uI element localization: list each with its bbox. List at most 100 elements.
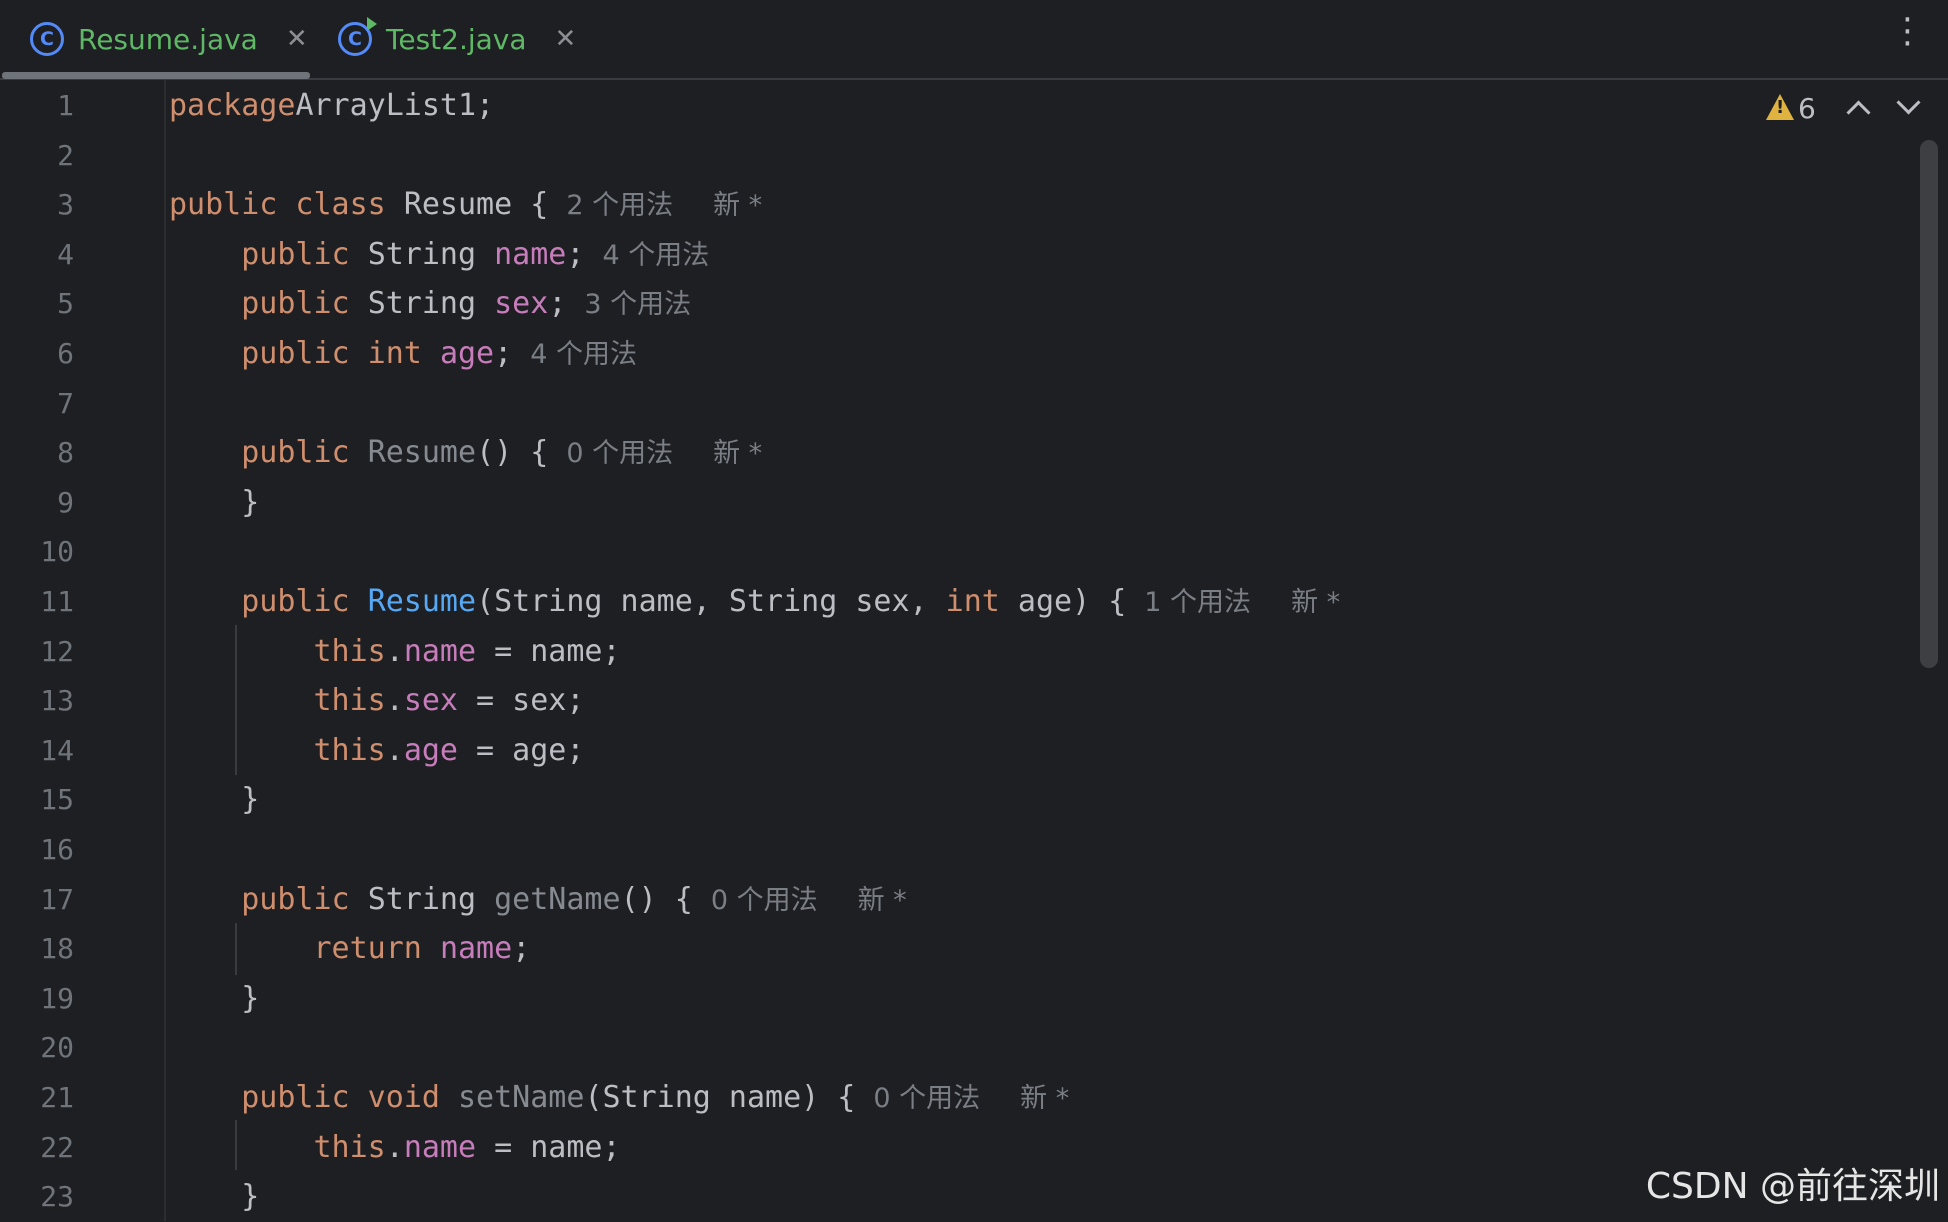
code-text: public String name; 4 个用法: [169, 230, 709, 281]
code-token: }: [169, 980, 260, 1016]
code-text: this.age = age;: [169, 726, 585, 776]
code-text: return name;: [169, 924, 531, 974]
code-text: public void setName(String name) {0 个用法 新…: [169, 1073, 1069, 1124]
editor-tab-bar: C Resume.java ✕ C Test2.java ✕ · · ·: [0, 0, 1948, 80]
code-line[interactable]: 20: [0, 1023, 1900, 1073]
code-text: }: [169, 1172, 259, 1222]
next-problem-icon[interactable]: [1896, 90, 1921, 115]
new-author-hint[interactable]: 新 *: [713, 190, 762, 221]
keyword-token: public: [241, 881, 368, 917]
vertical-scrollbar[interactable]: [1920, 140, 1938, 668]
code-token: ;: [494, 336, 513, 371]
code-token: ;: [548, 286, 567, 322]
usages-hint[interactable]: 4 个用法: [530, 339, 637, 370]
code-line[interactable]: 5 public String sex; 3 个用法: [0, 279, 1900, 329]
keyword-token: int: [945, 584, 1018, 619]
code-line[interactable]: 2: [0, 131, 1900, 181]
usages-hint[interactable]: 2 个用法: [566, 190, 673, 221]
keyword-token: public: [241, 584, 368, 619]
code-line[interactable]: 18 return name;: [0, 924, 1900, 974]
field-token: age: [439, 336, 495, 371]
code-line[interactable]: 9 }: [0, 478, 1900, 528]
code-token: String: [367, 236, 495, 272]
usages-hint[interactable]: 4 个用法: [602, 240, 709, 271]
code-line[interactable]: 15 }: [0, 775, 1900, 825]
warning-icon: !: [1766, 94, 1794, 120]
new-author-hint[interactable]: 新 *: [1291, 587, 1340, 618]
previous-problem-icon[interactable]: [1846, 100, 1871, 125]
keyword-token: public void: [241, 1080, 458, 1115]
code-line[interactable]: 10: [0, 527, 1900, 577]
code-token: (String name, String sex,: [476, 584, 946, 619]
usages-hint[interactable]: 1 个用法: [1144, 587, 1251, 618]
code-line[interactable]: 22 this.name = name;: [0, 1123, 1900, 1173]
code-line[interactable]: 6 public int age; 4 个用法: [0, 329, 1900, 379]
class-icon: C: [30, 22, 64, 56]
more-options-icon[interactable]: · · ·: [1902, 3, 1913, 61]
usages-hint[interactable]: 0 个用法: [711, 885, 818, 916]
keyword-token: return: [313, 931, 440, 967]
line-number: 23: [40, 1180, 74, 1214]
line-number: 21: [40, 1081, 74, 1114]
new-author-hint[interactable]: 新 *: [858, 885, 907, 916]
new-author-hint[interactable]: 新 *: [713, 438, 762, 469]
line-number: 15: [40, 783, 74, 817]
code-line[interactable]: 23 }: [0, 1172, 1900, 1222]
code-line[interactable]: 12 this.name = name;: [0, 627, 1900, 677]
line-number: 11: [40, 585, 74, 618]
usages-hint[interactable]: 3 个用法: [584, 289, 691, 320]
code-line[interactable]: 21 public void setName(String name) {0 个…: [0, 1073, 1900, 1123]
code-token: .: [385, 683, 404, 719]
code-line[interactable]: 4 public String name; 4 个用法: [0, 230, 1900, 280]
code-token: }: [169, 1179, 260, 1215]
line-number: 9: [57, 485, 74, 519]
code-text: }: [169, 775, 259, 825]
code-line[interactable]: 14 this.age = age;: [0, 726, 1900, 776]
usages-hint[interactable]: 0 个用法: [873, 1083, 980, 1114]
code-line[interactable]: 16: [0, 825, 1900, 875]
code-token: ArrayList1;: [295, 88, 495, 123]
code-text: public String sex; 3 个用法: [169, 279, 691, 330]
keyword-token: this: [313, 633, 386, 669]
close-icon[interactable]: ✕: [286, 24, 308, 54]
code-line[interactable]: 17 public String getName() {0 个用法 新 *: [0, 875, 1900, 925]
inspection-widget[interactable]: ! 6: [1758, 88, 1948, 132]
code-token: ;: [566, 236, 585, 272]
usages-hint[interactable]: 0 个用法: [566, 438, 673, 469]
code-text: public Resume() {0 个用法 新 *: [169, 428, 762, 479]
code-line[interactable]: 13 this.sex = sex;: [0, 676, 1900, 726]
code-token: = age;: [458, 732, 585, 768]
tab-resume-java[interactable]: C Resume.java ✕: [30, 0, 308, 78]
code-line[interactable]: 11 public Resume(String name, String sex…: [0, 577, 1900, 627]
field-token: age: [403, 732, 458, 768]
line-number: 17: [40, 882, 74, 916]
code-line[interactable]: 7: [0, 379, 1900, 429]
line-number: 2: [57, 138, 74, 172]
close-icon[interactable]: ✕: [555, 24, 577, 54]
code-line[interactable]: 19 }: [0, 974, 1900, 1024]
runnable-class-icon: C: [338, 17, 377, 56]
code-line[interactable]: 8 public Resume() {0 个用法 新 *: [0, 428, 1900, 478]
new-author-hint[interactable]: 新 *: [1020, 1083, 1069, 1114]
field-token: name: [403, 633, 477, 669]
line-number: 5: [57, 287, 74, 321]
code-token: () {: [620, 881, 693, 917]
tab-test2-java[interactable]: C Test2.java ✕: [338, 0, 576, 78]
line-number: 16: [40, 833, 74, 866]
code-token: .: [385, 633, 404, 669]
field-token: name: [439, 931, 513, 967]
code-text: public int age; 4 个用法: [169, 329, 637, 380]
code-token: (String name) {: [584, 1080, 856, 1115]
line-number: 12: [40, 634, 74, 668]
keyword-token: public int: [241, 336, 440, 371]
code-line[interactable]: 1 packageArrayList1;: [0, 81, 1900, 131]
code-token: = name;: [476, 633, 621, 669]
code-token: age) {: [1017, 584, 1127, 619]
code-line[interactable]: 3 public class Resume {2 个用法 新 *: [0, 180, 1900, 230]
field-token: name: [403, 1129, 477, 1165]
